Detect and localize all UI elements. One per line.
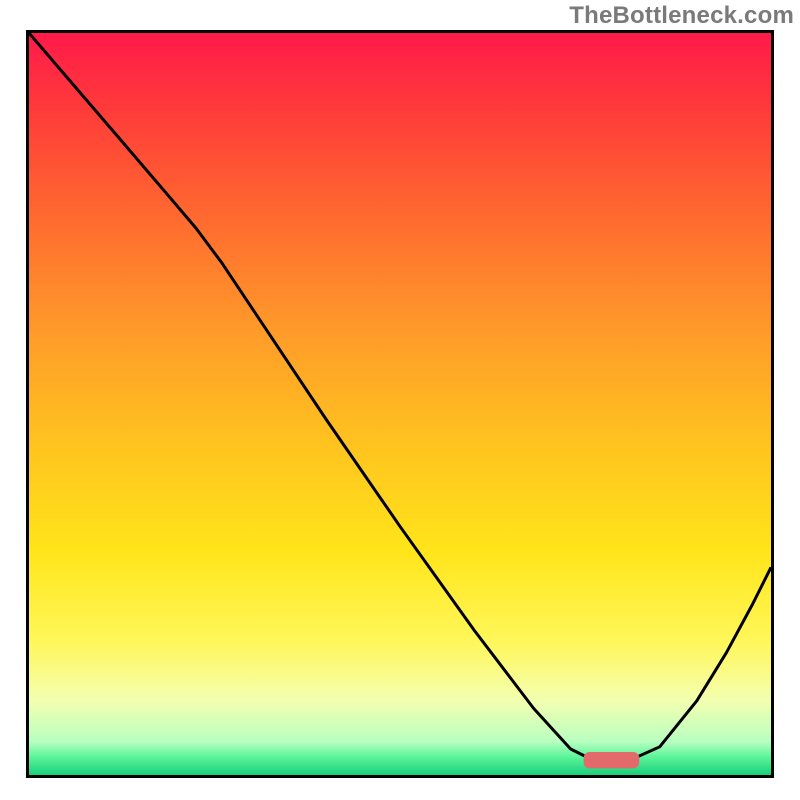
watermark-text: TheBottleneck.com (569, 2, 794, 30)
gradient-background (29, 33, 771, 775)
chart-stage: TheBottleneck.com (0, 0, 800, 800)
optimal-marker (584, 752, 640, 768)
plot-frame (26, 30, 774, 778)
chart-svg (29, 33, 771, 775)
